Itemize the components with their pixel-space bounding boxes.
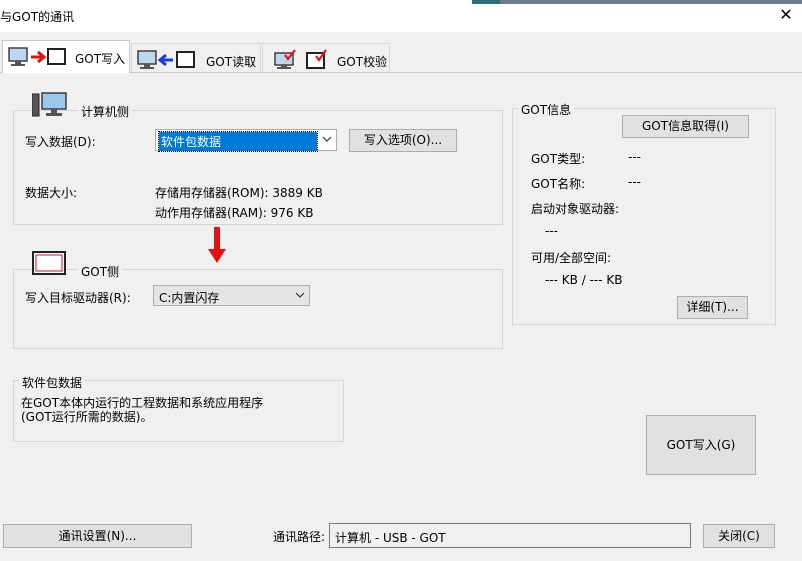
space-value: --- KB / --- KB xyxy=(545,273,623,287)
window-close-button[interactable]: ✕ xyxy=(774,3,798,27)
got-write-button[interactable]: GOT写入(G) xyxy=(646,415,756,475)
got-to-pc-icon xyxy=(137,50,195,69)
got-info-title: GOT信息 xyxy=(518,101,575,118)
got-info-get-button[interactable]: GOT信息取得(I) xyxy=(622,115,749,138)
boot-drive-label: 启动对象驱动器: xyxy=(531,202,620,216)
tab-label: GOT写入 xyxy=(75,52,126,66)
title-bar: 与GOT的通讯 ✕ xyxy=(0,0,802,32)
verify-icon xyxy=(274,49,327,69)
taskbar-strip xyxy=(472,0,500,4)
boot-drive-value: --- xyxy=(545,224,558,238)
data-size-label: 数据大小: xyxy=(25,186,78,200)
detail-button[interactable]: 详细(T)... xyxy=(677,296,748,319)
target-drive-select[interactable]: C:内置闪存 xyxy=(153,285,310,306)
tab-got-read[interactable]: GOT读取 xyxy=(131,43,261,73)
target-drive-label: 写入目标驱动器(R): xyxy=(25,291,131,305)
tab-got-write[interactable]: GOT写入 xyxy=(2,40,130,73)
route-value: 计算机 - USB - GOT xyxy=(335,531,446,545)
taskbar-strip xyxy=(500,0,802,4)
write-data-label: 写入数据(D): xyxy=(25,135,96,149)
tab-label: GOT读取 xyxy=(206,55,257,69)
route-field: 计算机 - USB - GOT xyxy=(329,523,691,548)
rom-size-text: 存储用存储器(ROM): 3889 KB xyxy=(155,186,323,200)
chevron-down-icon xyxy=(295,292,305,298)
chevron-down-icon xyxy=(322,136,332,142)
got-type-label: GOT类型: xyxy=(531,152,586,166)
space-label: 可用/全部空间: xyxy=(531,251,612,265)
write-data-value: 软件包数据 xyxy=(158,131,318,152)
route-label: 通讯路径: xyxy=(273,530,326,544)
package-info-title: 软件包数据 xyxy=(19,374,86,391)
got-side-title: GOT侧 xyxy=(78,263,123,280)
write-options-button[interactable]: 写入选项(O)... xyxy=(349,129,457,152)
got-type-value: --- xyxy=(628,150,641,164)
got-side-group xyxy=(13,269,503,349)
target-drive-value: C:内置闪存 xyxy=(159,291,220,305)
close-button[interactable]: 关闭(C) xyxy=(703,524,775,548)
tab-got-verify[interactable]: GOT校验 xyxy=(262,43,390,73)
got-screen-icon xyxy=(32,251,66,275)
package-info-line2: (GOT运行所需的数据)。 xyxy=(21,410,153,424)
window-title: 与GOT的通讯 xyxy=(0,10,75,24)
tab-label: GOT校验 xyxy=(337,55,388,69)
got-name-value: --- xyxy=(628,175,641,189)
got-name-label: GOT名称: xyxy=(531,177,586,191)
arrow-down-icon xyxy=(208,227,226,263)
pc-side-title: 计算机侧 xyxy=(78,103,133,120)
write-data-select[interactable]: 软件包数据 xyxy=(155,129,337,152)
ram-size-text: 动作用存储器(RAM): 976 KB xyxy=(155,206,314,220)
computer-icon xyxy=(32,92,67,117)
comm-settings-button[interactable]: 通讯设置(N)... xyxy=(3,524,192,548)
pc-to-got-icon xyxy=(8,47,66,66)
